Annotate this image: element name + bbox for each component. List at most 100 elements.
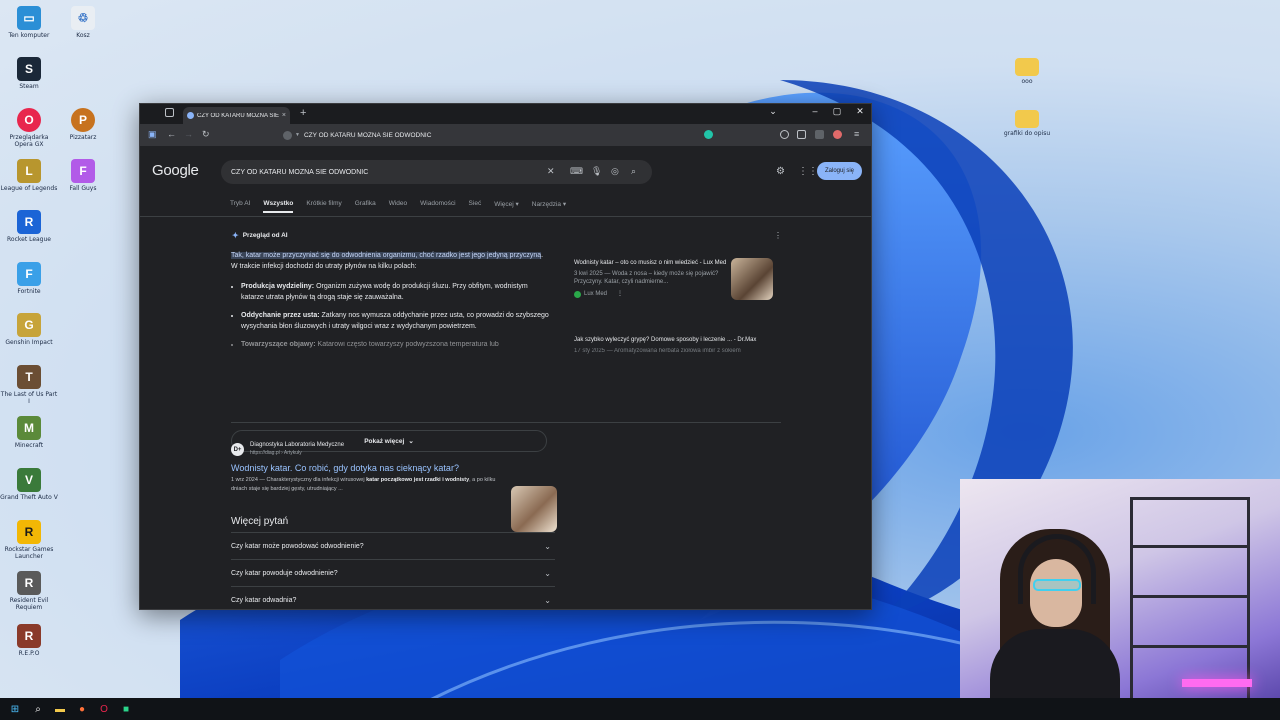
result-site-name[interactable]: Diagnostyka Laboratoria Medyczne	[250, 442, 344, 448]
more-options-icon[interactable]: ⋮	[617, 290, 623, 298]
filter-video[interactable]: Wideo	[389, 200, 407, 213]
google-logo[interactable]: Google	[152, 162, 199, 179]
search-icon[interactable]: ⌕	[631, 166, 636, 177]
site-info-icon[interactable]	[283, 130, 292, 140]
search-query-text: CZY OD KATARU MOZNA SIE ODWODNIC	[231, 168, 369, 176]
ai-source-card[interactable]: Jak szybko wyleczyć grypę? Domowe sposob…	[574, 336, 774, 355]
recycle-bin-icon: ♲	[71, 6, 95, 30]
opera-gx-icon[interactable]: O	[97, 702, 111, 716]
league-icon: L	[17, 159, 41, 183]
desktop-icon-rockstar-launcher[interactable]: R Rockstar Games Launcher	[0, 520, 58, 560]
profile-icon[interactable]	[833, 130, 842, 139]
sidebar-toggle-icon[interactable]: ▣	[148, 129, 157, 140]
apps-grid-icon[interactable]: ⋮⋮	[798, 166, 818, 177]
desktop-icon-repo[interactable]: R R.E.P.O	[0, 624, 58, 657]
source-thumbnail	[731, 258, 773, 300]
search-input[interactable]: CZY OD KATARU MOZNA SIE ODWODNIC ✕ ⌨ 🎙 ◎…	[221, 160, 652, 184]
list-item: Towarzyszące objawy: Katarowi często tow…	[241, 339, 549, 350]
search-icon[interactable]: ⌕	[31, 702, 45, 716]
desktop-icon-fall-guys[interactable]: F Fall Guys	[54, 159, 112, 192]
result-thumbnail[interactable]	[511, 486, 557, 532]
filter-news[interactable]: Wiadomości	[420, 200, 455, 213]
sign-in-button[interactable]: Zaloguj się	[817, 162, 862, 180]
desktop-icon-resident-evil[interactable]: R Resident Evil Requiem	[0, 571, 58, 611]
tab-dropdown-icon[interactable]: ⌄	[762, 106, 784, 117]
show-more-button[interactable]: Pokaż więcej ⌄	[231, 430, 547, 452]
desktop-icon-folder-ooo[interactable]: ooo	[998, 58, 1056, 85]
people-also-ask-title: Więcej pytań	[231, 516, 289, 527]
desktop-icon-the-last-of-us[interactable]: T The Last of Us Part I	[0, 365, 58, 405]
start-icon[interactable]: ⊞	[8, 702, 22, 716]
lens-icon[interactable]: ◎	[611, 166, 619, 177]
folder-icon	[1015, 110, 1039, 128]
gta-v-icon: V	[17, 468, 41, 492]
paa-question[interactable]: Czy katar może powodować odwodnienie? ⌄	[231, 532, 555, 559]
more-options-icon[interactable]: ⋮	[774, 231, 782, 240]
ai-overview-text: Tak, katar może przyczyniać się do odwod…	[231, 250, 549, 357]
fortnite-icon: F	[17, 262, 41, 286]
chevron-down-icon: ⌄	[544, 595, 551, 605]
filter-more[interactable]: Więcej ▾	[494, 200, 519, 213]
last-of-us-icon: T	[17, 365, 41, 389]
computer-icon: ▭	[17, 6, 41, 30]
google-favicon-icon	[187, 112, 194, 119]
paa-question[interactable]: Czy katar powoduje odwodnienie? ⌄	[231, 559, 555, 586]
paa-question[interactable]: Czy katar odwadnia? ⌄	[231, 586, 555, 609]
filter-images[interactable]: Grafika	[355, 200, 376, 213]
filter-short-videos[interactable]: Krótkie filmy	[306, 200, 341, 213]
browser-menu-icon[interactable]: ≡	[854, 129, 859, 139]
extension-icon[interactable]	[780, 130, 789, 139]
chevron-down-icon: ⌄	[544, 541, 551, 551]
close-window-button[interactable]: ✕	[849, 106, 871, 117]
forward-button[interactable]: →	[184, 129, 193, 139]
shelf	[1130, 497, 1250, 707]
back-button[interactable]: ←	[167, 129, 176, 139]
list-item: Produkcja wydzieliny: Organizm zużywa wo…	[241, 281, 549, 303]
reload-button[interactable]: ↻	[202, 129, 210, 140]
desktop-icon-pizzatarz[interactable]: P Pizzatarz	[54, 108, 112, 141]
gear-icon[interactable]: ⚙	[776, 166, 785, 177]
desktop-icon-rocket-league[interactable]: R Rocket League	[0, 210, 58, 243]
minimize-button[interactable]: –	[804, 106, 826, 116]
desktop-icon-minecraft[interactable]: M Minecraft	[0, 416, 58, 449]
desktop-icon-this-pc[interactable]: ▭ Ten komputer	[0, 6, 58, 39]
address-bar-text: CZY OD KATARU MOZNA SIE ODWODNIC	[303, 131, 432, 139]
file-explorer-icon[interactable]: ▬	[53, 702, 67, 716]
ai-highlighted-answer: Tak, katar może przyczyniać się do odwod…	[231, 252, 542, 259]
filter-all[interactable]: Wszystko	[263, 200, 294, 213]
desktop-icon-genshin-impact[interactable]: G Genshin Impact	[0, 313, 58, 346]
firefox-icon[interactable]: ●	[75, 702, 89, 716]
section-divider	[231, 422, 781, 423]
header-divider	[140, 216, 871, 217]
glasses	[1033, 579, 1081, 591]
filter-ai-mode[interactable]: Tryb AI	[230, 200, 250, 213]
maximize-button[interactable]: ▢	[826, 106, 848, 117]
ai-source-card[interactable]: Wodnisty katar – oto co musisz o nim wie…	[574, 259, 729, 298]
vpn-extension-icon[interactable]	[704, 130, 713, 139]
filter-web[interactable]: Sieć	[469, 200, 482, 213]
filter-tools[interactable]: Narzędzia ▾	[532, 200, 566, 213]
clear-icon[interactable]: ✕	[547, 166, 555, 177]
desktop-icon-league-of-legends[interactable]: L League of Legends	[0, 159, 58, 192]
repo-icon: R	[17, 624, 41, 648]
tab-active[interactable]: CZY OD KATARU MOZNA SIE ODWODNIC ×	[183, 107, 290, 124]
desktop-icon-fortnite[interactable]: F Fortnite	[0, 262, 58, 295]
desktop-icon-steam[interactable]: S Steam	[0, 57, 58, 90]
desktop-icon-opera-gx[interactable]: O Przeglądarka Opera GX	[0, 108, 58, 148]
tab-search-icon[interactable]	[165, 108, 174, 117]
new-tab-button[interactable]: +	[300, 107, 306, 119]
microphone-icon[interactable]: 🎙	[591, 166, 602, 177]
webcam-overlay	[960, 479, 1280, 720]
result-title-link[interactable]: Wodnisty katar. Co robić, gdy dotyka nas…	[231, 463, 459, 473]
app-icon[interactable]: ■	[119, 702, 133, 716]
puzzle-extension-icon[interactable]	[797, 130, 806, 139]
desktop-icon-folder-grafiki[interactable]: grafiki do opisu	[998, 110, 1056, 137]
result-url[interactable]: https://diag.pl › Artykuły	[250, 450, 302, 456]
keyboard-icon[interactable]: ⌨	[570, 166, 583, 177]
browser-window: CZY OD KATARU MOZNA SIE ODWODNIC × + ⌄ –…	[139, 103, 872, 610]
address-bar[interactable]: ▼ CZY OD KATARU MOZNA SIE ODWODNIC	[277, 127, 717, 143]
desktop-icon-recycle-bin[interactable]: ♲ Kosz	[54, 6, 112, 39]
pin-extension-icon[interactable]	[815, 130, 824, 139]
desktop-icon-gta-v[interactable]: V Grand Theft Auto V	[0, 468, 58, 501]
tab-close-icon[interactable]: ×	[282, 112, 286, 119]
